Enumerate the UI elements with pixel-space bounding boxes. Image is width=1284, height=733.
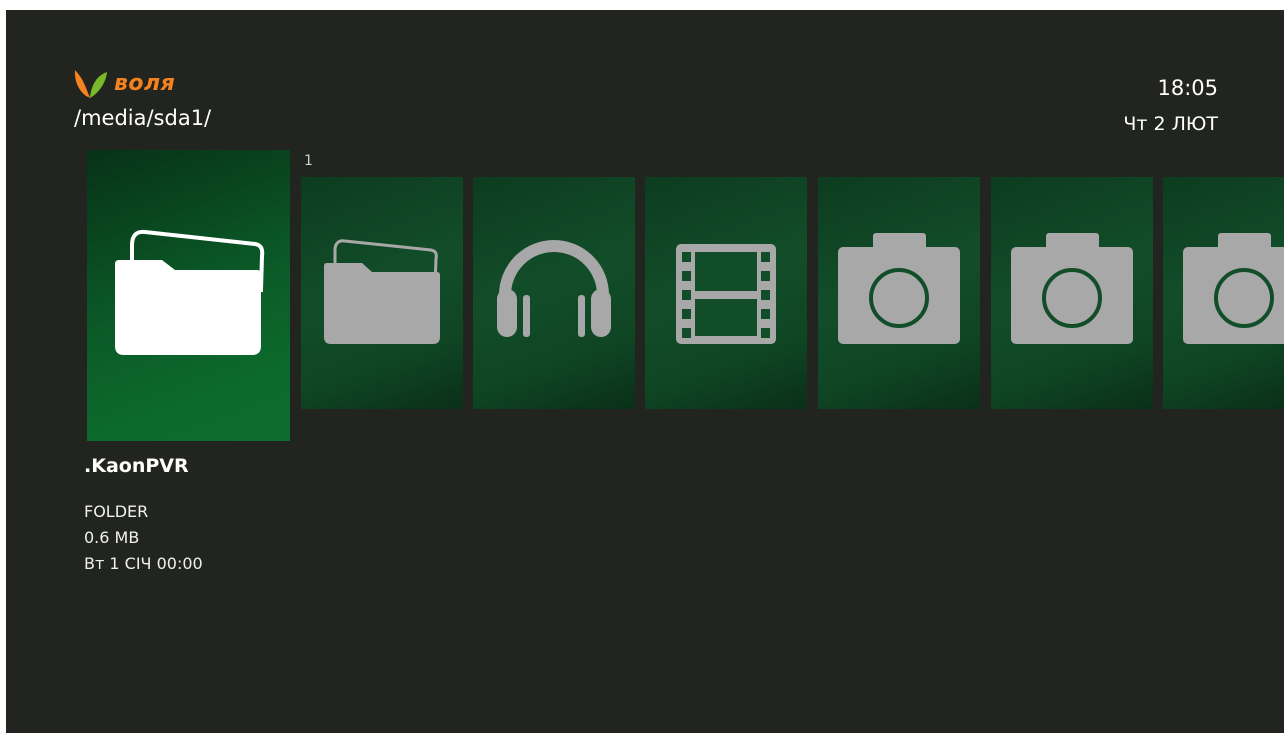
clock-time: 18:05 [1157, 76, 1218, 100]
selected-item-name: .KaonPVR [84, 455, 189, 477]
leaf-logo-icon [74, 70, 107, 98]
selected-item-date: Вт 1 СІЧ 00:00 [84, 554, 203, 573]
camera-icon [1011, 233, 1133, 344]
brand-logo: воля [72, 65, 175, 101]
headphones-icon [497, 240, 611, 337]
camera-icon [838, 233, 960, 344]
media-tile-photo-2[interactable] [991, 177, 1153, 409]
media-tile-photo-1[interactable] [818, 177, 980, 409]
clock-date: Чт 2 ЛЮТ [1123, 113, 1218, 135]
film-icon [676, 244, 776, 344]
camera-icon [1183, 233, 1284, 344]
breadcrumb-path: /media/sda1/ [74, 106, 212, 130]
folder-icon [324, 239, 440, 344]
media-tile-photo-3[interactable] [1163, 177, 1284, 409]
tv-screen: воля /media/sda1/ 18:05 Чт 2 ЛЮТ 1 .Kaon… [6, 10, 1284, 733]
media-tile-video[interactable] [645, 177, 807, 409]
page-number: 1 [304, 153, 313, 169]
selected-item-type: FOLDER [84, 502, 149, 521]
media-tile-folder[interactable] [301, 177, 463, 409]
media-tile-music[interactable] [473, 177, 635, 409]
folder-open-icon [115, 229, 265, 355]
selected-item-size: 0.6 MB [84, 528, 140, 547]
brand-name: воля [114, 70, 176, 96]
media-tile-kaonpvr[interactable] [87, 150, 290, 441]
